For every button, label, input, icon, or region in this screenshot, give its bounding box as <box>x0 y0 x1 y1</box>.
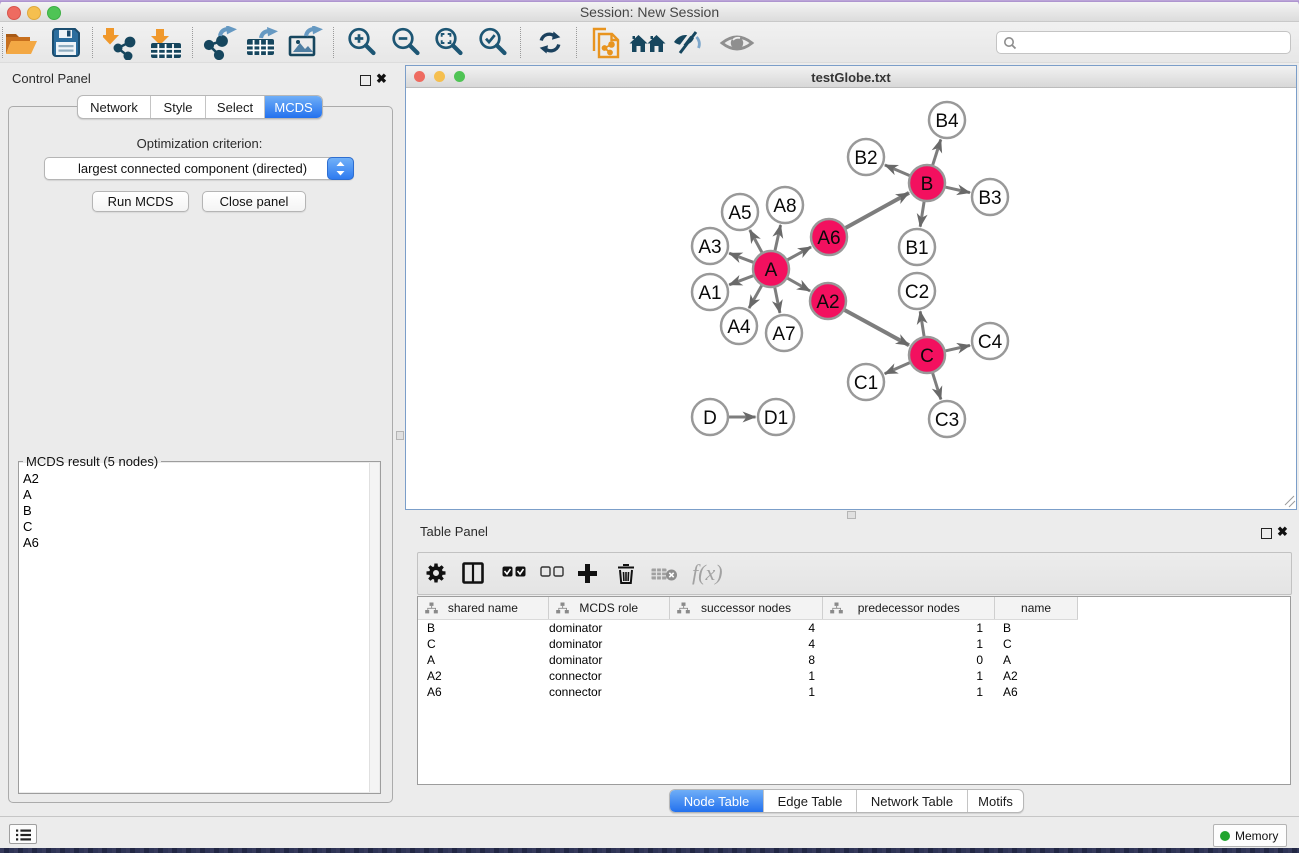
svg-text:A6: A6 <box>817 228 840 249</box>
svg-text:C3: C3 <box>935 410 959 431</box>
svg-text:A3: A3 <box>698 237 721 258</box>
svg-text:A4: A4 <box>727 317 751 338</box>
svg-text:B3: B3 <box>978 188 1001 209</box>
svg-text:A5: A5 <box>728 203 751 224</box>
svg-text:A8: A8 <box>773 196 796 217</box>
svg-text:C: C <box>920 346 934 367</box>
svg-text:C4: C4 <box>978 332 1003 353</box>
svg-text:B1: B1 <box>905 238 928 259</box>
svg-text:A2: A2 <box>816 292 839 313</box>
svg-text:D: D <box>703 408 717 429</box>
svg-text:A1: A1 <box>698 283 721 304</box>
svg-text:A: A <box>765 260 778 281</box>
svg-text:B4: B4 <box>935 111 959 132</box>
svg-text:B2: B2 <box>854 148 877 169</box>
svg-text:B: B <box>921 174 934 195</box>
svg-text:A7: A7 <box>772 324 795 345</box>
svg-text:C2: C2 <box>905 282 929 303</box>
svg-text:C1: C1 <box>854 373 878 394</box>
svg-text:D1: D1 <box>764 408 788 429</box>
